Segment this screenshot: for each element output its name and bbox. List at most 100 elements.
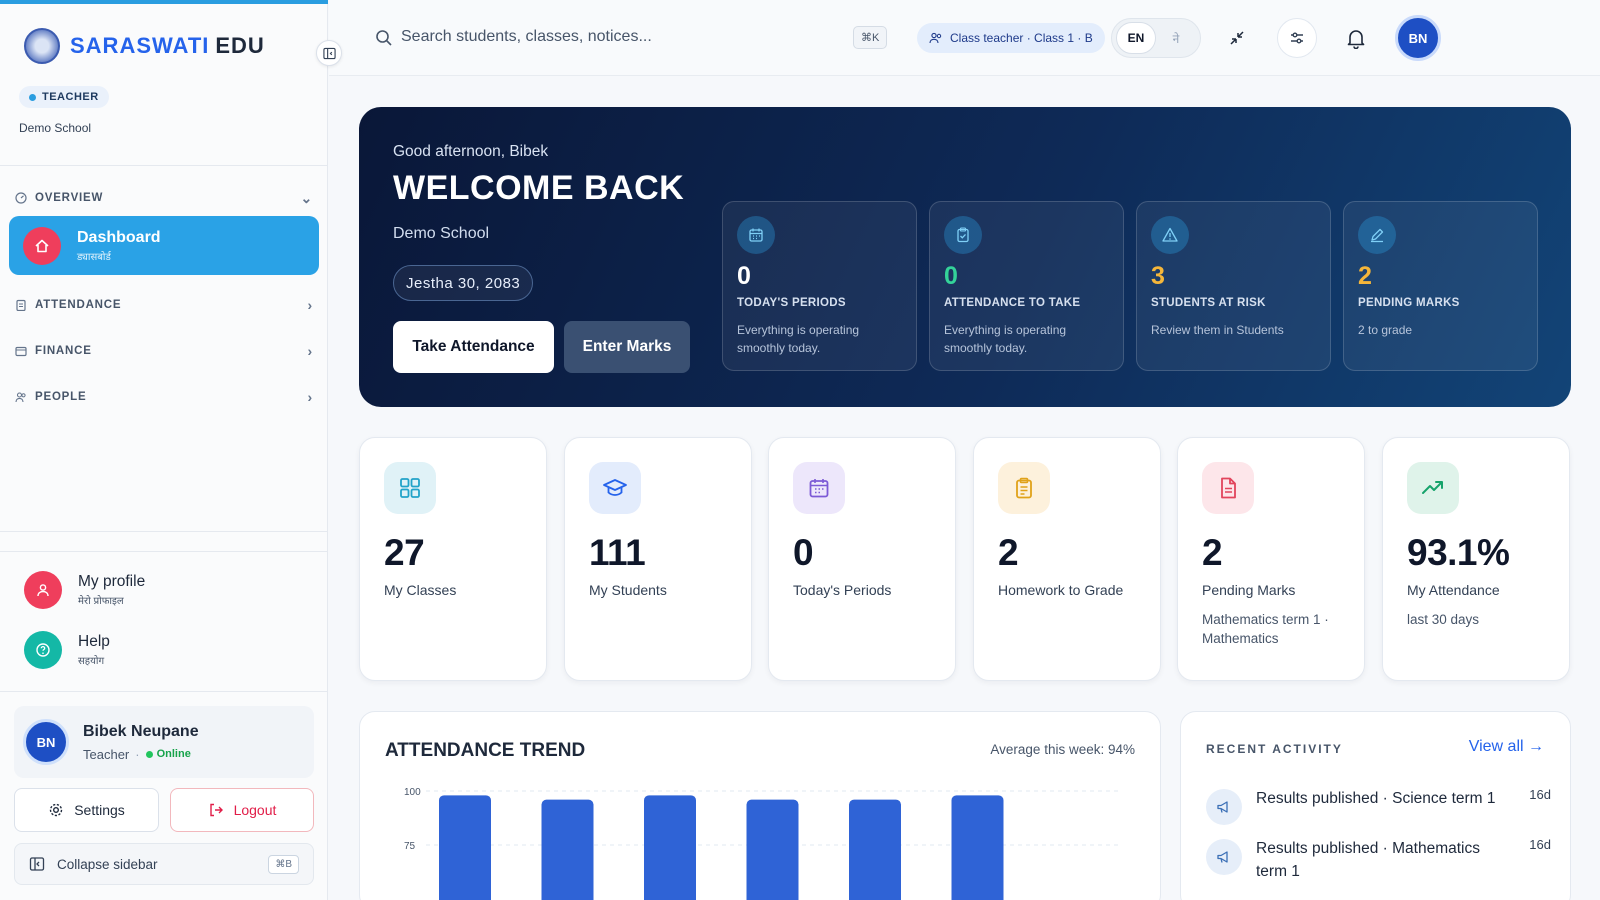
chart-bar[interactable] (644, 795, 696, 900)
nav-section-overview[interactable]: OVERVIEW ⌄ (15, 186, 313, 210)
bell-icon (1347, 30, 1365, 49)
nav-section-attendance[interactable]: ATTENDANCE › (15, 293, 313, 317)
class-context-pill[interactable]: Class teacher · Class 1 · B (917, 23, 1105, 53)
brand-name: SARASWATI EDU (70, 33, 265, 59)
brand-name-part-a: SARASWATI (70, 33, 210, 58)
card-pending-marks[interactable]: 2 Pending Marks Mathematics term 1 · Mat… (1177, 437, 1365, 681)
divider (0, 531, 328, 532)
filters-button[interactable] (1277, 18, 1317, 58)
card-label: My Classes (384, 582, 457, 598)
card-value: 0 (793, 532, 814, 573)
minimize-arrows-icon (1230, 31, 1244, 45)
sidebar-school-name: Demo School (19, 121, 92, 135)
enter-marks-button[interactable]: Enter Marks (564, 321, 690, 373)
keyboard-shortcut: ⌘B (268, 854, 299, 874)
gauge-icon (15, 192, 27, 204)
megaphone-icon (1206, 839, 1242, 875)
chart-bar[interactable] (746, 799, 799, 900)
stat-students-at-risk[interactable]: 3 STUDENTS AT RISK Review them in Studen… (1136, 201, 1331, 371)
clipboard-icon (16, 299, 26, 311)
sidebar-item-profile[interactable]: My profile मेरो प्रोफाइल (24, 571, 145, 609)
user-icon (24, 571, 62, 609)
avatar: BN (23, 719, 69, 765)
settings-label: Settings (74, 802, 125, 818)
language-toggle: EN ने (1111, 18, 1201, 58)
brand[interactable]: SARASWATI EDU (24, 28, 265, 64)
chart-bar[interactable] (951, 795, 1004, 900)
online-dot-icon (145, 750, 153, 758)
role-dot-icon (29, 93, 36, 101)
card-my-students[interactable]: 111 My Students (564, 437, 752, 681)
settings-button[interactable]: Settings (14, 788, 159, 832)
card-my-attendance[interactable]: 93.1% My Attendance last 30 days (1382, 437, 1570, 681)
stat-sublabel: Everything is operating smoothly today. (944, 323, 1067, 355)
clipboard-icon (998, 462, 1050, 514)
megaphone-icon (1206, 789, 1242, 825)
minimize-button[interactable] (1217, 18, 1257, 58)
role-badge: TEACHER (19, 86, 109, 108)
stat-attendance-to-take[interactable]: 0 ATTENDANCE TO TAKE Everything is opera… (929, 201, 1124, 371)
header-avatar[interactable]: BN (1395, 15, 1441, 61)
greeting: Good afternoon, Bibek (393, 143, 549, 160)
activity-time: 16d (1529, 787, 1551, 802)
sidebar-item-help[interactable]: Help सहयोग (24, 631, 110, 669)
attendance-trend-chart: 100 75 (404, 787, 1120, 900)
view-all-link[interactable]: View all → (1469, 738, 1544, 756)
chart-bar[interactable] (849, 799, 901, 900)
card-value: 93.1% (1407, 532, 1510, 573)
card-homework-to-grade[interactable]: 2 Homework to Grade (973, 437, 1161, 681)
hero-school-name: Demo School (393, 225, 490, 242)
card-todays-periods[interactable]: 0 Today's Periods (768, 437, 956, 681)
stat-pending-marks[interactable]: 2 PENDING MARKS 2 to grade (1343, 201, 1538, 371)
card-my-classes[interactable]: 27 My Classes (359, 437, 547, 681)
stat-label: ATTENDANCE TO TAKE (944, 297, 1081, 309)
stat-value: 2 (1358, 262, 1372, 290)
chart-bar[interactable] (439, 795, 491, 900)
logout-button[interactable]: Logout (170, 788, 314, 832)
role-badge-label: TEACHER (42, 91, 99, 103)
user-card[interactable]: BN Bibek Neupane Teacher · Online (14, 706, 314, 778)
top-header: ⌘K Class teacher · Class 1 · B EN ने BN (329, 0, 1600, 76)
sidebar-toggle-button[interactable] (316, 40, 342, 66)
card-value: 111 (589, 532, 646, 573)
lang-en-button[interactable]: EN (1116, 22, 1156, 54)
sidebar-item-label: Dashboard (77, 228, 161, 246)
chart-y-tick-label: 100 (404, 787, 421, 798)
search-shortcut: ⌘K (853, 26, 888, 49)
sidebar-panel-icon (322, 47, 336, 59)
nav-section-finance[interactable]: FINANCE › (15, 339, 313, 363)
take-attendance-button[interactable]: Take Attendance (393, 321, 554, 373)
nav-section-people[interactable]: PEOPLE › (15, 385, 313, 409)
sidebar-item-sublabel: ड्यासबोर्ड (77, 251, 111, 263)
help-sublabel: सहयोग (78, 656, 105, 667)
activity-item[interactable]: Results published · Mathematics term 1 1… (1206, 837, 1551, 883)
chevron-right-icon: › (307, 343, 313, 359)
stat-label: PENDING MARKS (1358, 297, 1460, 309)
activity-text: Results published · Mathematics term 1 (1256, 840, 1480, 880)
lang-ne-button[interactable]: ने (1156, 22, 1196, 54)
sidebar-item-dashboard[interactable]: Dashboard ड्यासबोर्ड (9, 216, 319, 275)
collapse-sidebar-button[interactable]: Collapse sidebar ⌘B (14, 843, 314, 885)
grid-icon (384, 462, 436, 514)
home-icon (23, 226, 61, 265)
online-status-label: Online (156, 748, 191, 760)
activity-title: RECENT ACTIVITY (1206, 742, 1343, 756)
trending-up-icon (1407, 462, 1459, 514)
search-input[interactable] (401, 23, 841, 51)
warning-icon (1151, 216, 1189, 254)
activity-text: Results published · Science term 1 (1256, 790, 1496, 807)
activity-time: 16d (1529, 837, 1551, 852)
activity-item[interactable]: Results published · Science term 1 16d (1206, 787, 1551, 825)
help-label: Help (78, 633, 110, 650)
gear-icon (50, 803, 63, 817)
nav-section-label: ATTENDANCE (35, 299, 122, 311)
notifications-button[interactable] (1336, 18, 1376, 58)
recent-activity-panel: RECENT ACTIVITY View all → Results publi… (1180, 711, 1571, 900)
logout-icon (209, 803, 223, 817)
nav-section-label: FINANCE (35, 345, 92, 357)
card-label: Pending Marks (1202, 582, 1296, 598)
card-label: My Attendance (1407, 582, 1500, 598)
card-value: 27 (384, 532, 425, 573)
chart-bar[interactable] (541, 799, 594, 900)
stat-todays-periods[interactable]: 0 TODAY'S PERIODS Everything is operatin… (722, 201, 917, 371)
